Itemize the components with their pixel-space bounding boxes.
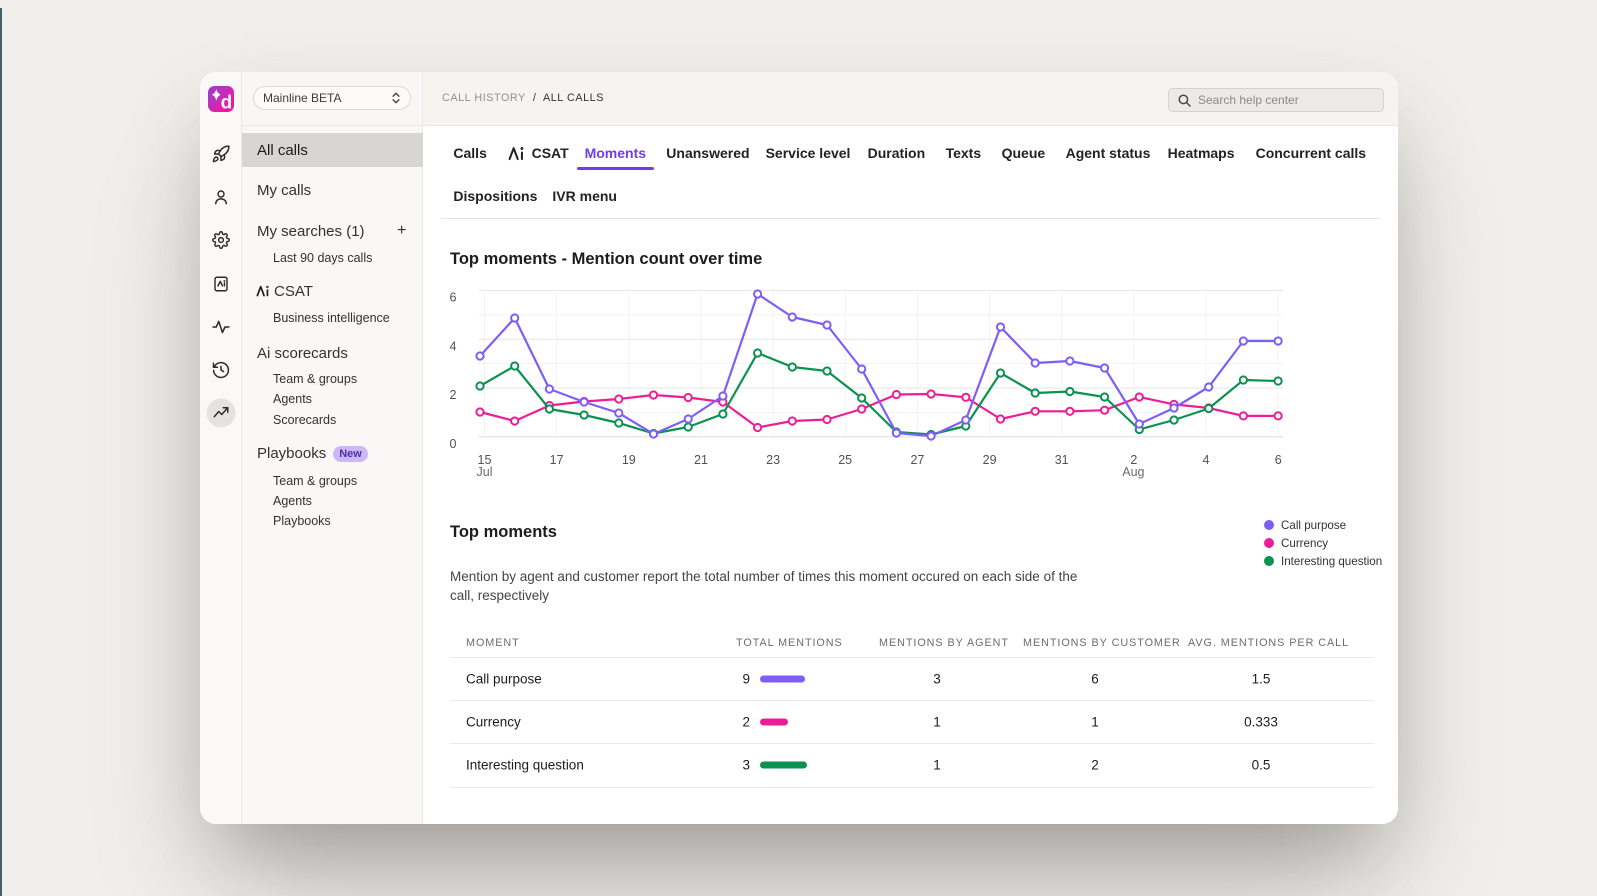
svg-text:d: d: [220, 93, 232, 112]
